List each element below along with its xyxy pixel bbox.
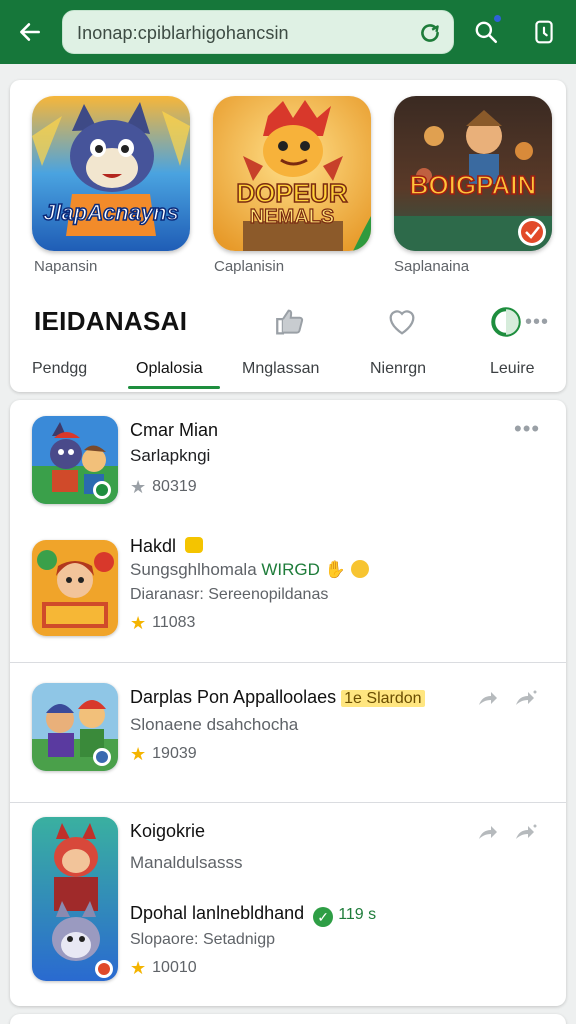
rating-value: 19039: [152, 745, 197, 762]
highlight-badge: 1e Slardon: [341, 690, 425, 707]
star-icon: ★: [130, 744, 147, 764]
tab-4[interactable]: Nienrgn: [370, 360, 426, 378]
rating-value: 11083: [152, 614, 196, 631]
emoji-icon: [185, 537, 204, 553]
more-options-button[interactable]: •••: [522, 302, 552, 342]
app-subtitle-green: WIRGD: [261, 560, 320, 579]
list-item[interactable]: Hakdl Sungsghlhomala WIRGD ✋ Diaranasr: …: [10, 522, 566, 660]
tab-1[interactable]: Pendgg: [32, 360, 87, 378]
app-subtitle: Sungsghlhomala: [130, 560, 257, 579]
share-button[interactable]: [472, 683, 502, 713]
active-tab-indicator: [128, 386, 220, 389]
rating-value: 80319: [152, 478, 197, 495]
app-icon-art: [32, 683, 118, 771]
featured-game-3-title: BOIGPAIN: [409, 169, 537, 201]
list-item[interactable]: Darplas Pon Appalloolaes 1e Slardon Slon…: [10, 663, 566, 801]
app-subtitle: Manaldulsasss: [130, 853, 243, 872]
device-button[interactable]: [528, 16, 560, 48]
app-description: Slopaore: Setadnigp: [130, 931, 275, 948]
like-button[interactable]: [270, 302, 310, 342]
tab-5[interactable]: Leuire: [490, 360, 534, 378]
share-arrow-icon: [479, 826, 497, 839]
app-title-2: Dpohal lanlnebldhand: [130, 903, 305, 923]
share-arrow-icon: [516, 690, 537, 705]
forward-button[interactable]: [510, 683, 540, 713]
app-icon: [32, 683, 118, 771]
app-icon: [32, 817, 118, 981]
heart-icon: [389, 310, 415, 335]
app-title: Cmar Mian: [130, 420, 219, 440]
search-icon: [475, 21, 498, 44]
forward-button[interactable]: [510, 817, 540, 847]
thumbs-up-icon: [276, 309, 304, 335]
app-icon: [32, 416, 118, 504]
app-icon: [32, 540, 118, 636]
app-title-row: Darplas Pon Appalloolaes 1e Slardon: [130, 687, 425, 708]
back-arrow-icon: [20, 23, 40, 41]
brand-title: IEIDANASAI: [34, 306, 188, 336]
featured-game-1-art: [32, 96, 190, 251]
refresh-icon[interactable]: [417, 20, 443, 46]
verified-check-icon: ✓: [313, 907, 334, 927]
search-field[interactable]: Inonap:cpiblarhigohancsin: [62, 10, 454, 54]
app-title: Koigokrie: [130, 821, 206, 841]
app-title-row: Hakdl: [130, 536, 204, 557]
next-card-peek: [10, 1014, 566, 1024]
rating-value: 10010: [152, 959, 197, 976]
favorite-button[interactable]: [382, 302, 422, 342]
star-icon: ★: [130, 958, 147, 978]
share-button[interactable]: [472, 817, 502, 847]
featured-game-1[interactable]: JlapAcnayns: [32, 96, 190, 251]
app-description: Diaranasr: Sereenopildanas: [130, 586, 329, 603]
app-title: Hakdl: [130, 536, 177, 556]
tab-3[interactable]: Mnglassan: [242, 360, 319, 378]
app-icon-art: [32, 416, 118, 504]
list-item[interactable]: Cmar Mian Sarlapkngi ★ 80319 •••: [10, 400, 566, 520]
app-icon-art: [32, 540, 118, 636]
app-title: Darplas Pon Appalloolaes: [130, 687, 337, 707]
share-arrow-icon: [516, 824, 537, 839]
status-ring-icon: [491, 307, 521, 337]
app-rating: ★ 19039: [130, 745, 197, 763]
more-dots-icon[interactable]: •••: [514, 418, 544, 444]
featured-game-2-title-1: DOPEUR: [236, 177, 349, 209]
share-arrow-icon: [479, 692, 497, 705]
app-rating: ★ 11083: [130, 614, 195, 632]
notification-dot: [493, 14, 502, 23]
list-item[interactable]: Koigokrie Manaldulsasss Dpohal lanlnebld…: [10, 803, 566, 1003]
app-subtitle: Sarlapkngi: [130, 446, 211, 465]
featured-game-2-title-2: NEMALS: [249, 205, 335, 228]
star-icon: ★: [130, 613, 147, 633]
featured-caption-3: Saplanaina: [394, 258, 470, 275]
tab-2-active[interactable]: Oplalosia: [136, 360, 203, 378]
star-icon: ★: [130, 477, 147, 497]
featured-caption-1: Napansin: [34, 258, 98, 275]
featured-caption-2: Caplanisin: [214, 258, 285, 275]
search-input-text[interactable]: Inonap:cpiblarhigohancsin: [77, 23, 289, 44]
app-icon-art: [32, 817, 118, 981]
smile-emoji-icon: [350, 560, 369, 578]
app-subtitle: Slonaene dsahchocha: [130, 715, 299, 734]
app-subtitle-row: Sungsghlhomala WIRGD ✋: [130, 560, 369, 580]
app-title-row-2: Dpohal lanlnebldhand ✓ 119 s: [130, 903, 376, 927]
app-bar: Inonap:cpiblarhigohancsin: [0, 0, 576, 64]
featured-game-1-title: JlapAcnayns: [42, 199, 179, 226]
app-rating: ★ 10010: [130, 959, 197, 977]
more-dots-icon: •••: [524, 310, 549, 333]
back-button[interactable]: [14, 16, 46, 48]
badge-count: 119 s: [338, 906, 377, 923]
phone-icon: [535, 20, 553, 44]
featured-game-2[interactable]: DOPEUR NEMALS: [213, 96, 371, 251]
featured-game-3[interactable]: BOIGPAIN: [394, 96, 552, 251]
clap-emoji-icon: ✋: [324, 560, 346, 579]
featured-card: JlapAcnayns Napansin DOPEUR NEMALS Capla…: [10, 80, 566, 392]
app-rating: ★ 80319: [130, 478, 197, 496]
app-list-card: Cmar Mian Sarlapkngi ★ 80319 ••• Hakdl S…: [10, 400, 566, 1006]
status-button[interactable]: [486, 302, 526, 342]
